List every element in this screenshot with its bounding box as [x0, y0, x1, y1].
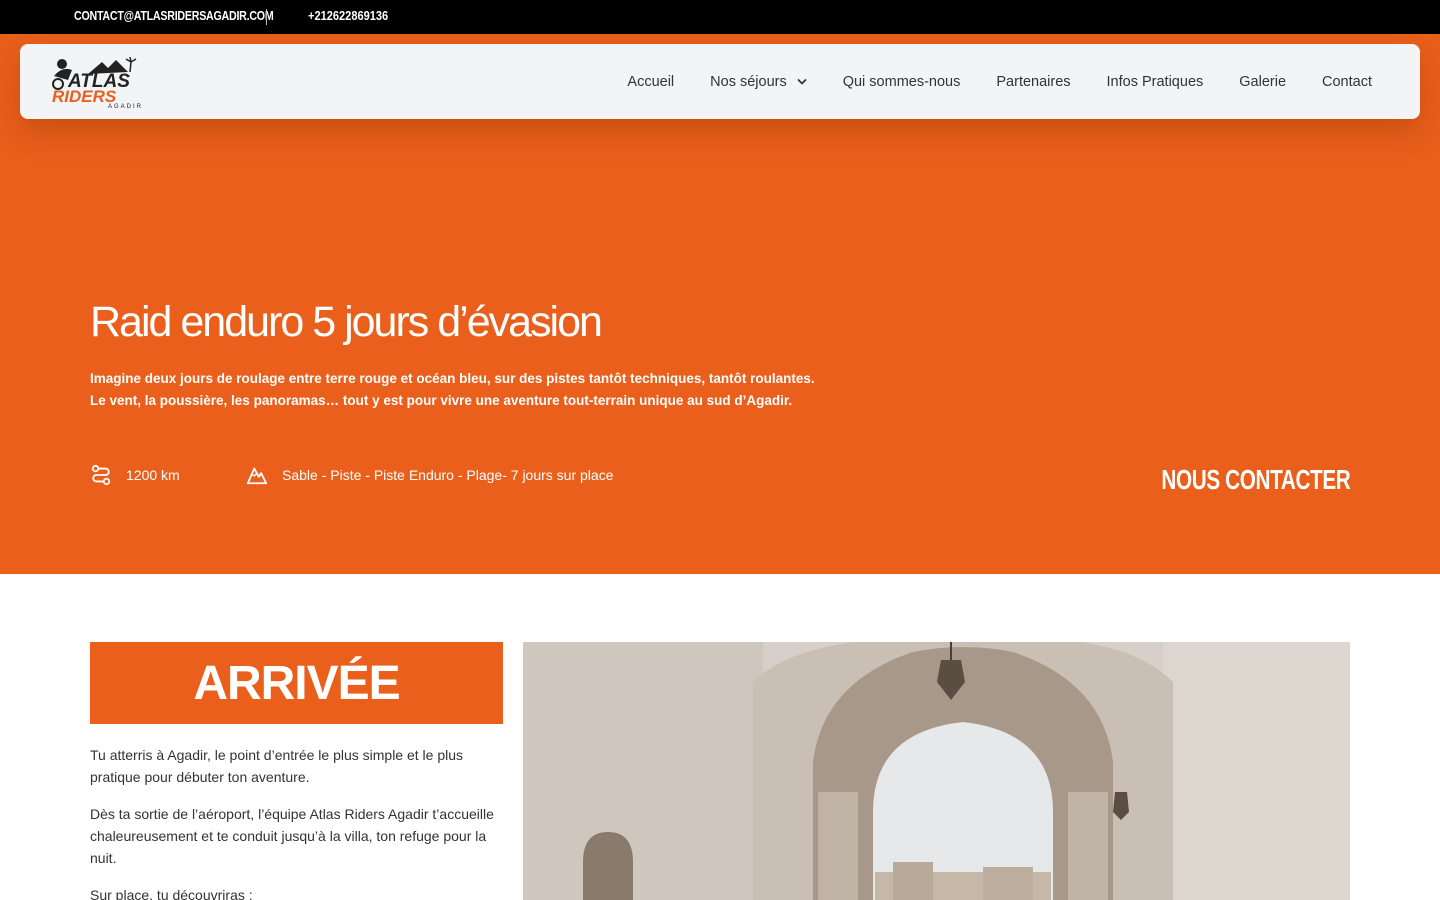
nav-nos-sejours[interactable]: Nos séjours	[710, 74, 807, 90]
nav-galerie[interactable]: Galerie	[1239, 74, 1286, 90]
top-bar: CONTACT@ATLASRIDERSAGADIR.COM +212622869…	[0, 0, 1440, 34]
nav-accueil[interactable]: Accueil	[627, 74, 674, 90]
hero-description: Imagine deux jours de roulage entre terr…	[90, 368, 850, 412]
terrain-value: Sable - Piste - Piste Enduro - Plage- 7 …	[282, 467, 614, 483]
atlas-riders-logo[interactable]: ATLAS RIDERS AGADIR	[50, 54, 150, 110]
nav-partenaires[interactable]: Partenaires	[996, 74, 1070, 90]
nav-contact[interactable]: Contact	[1322, 74, 1372, 90]
terrain-info: Sable - Piste - Piste Enduro - Plage- 7 …	[246, 464, 614, 486]
main-nav: Accueil Nos séjours Qui sommes-nous Part…	[627, 44, 1372, 119]
arrival-text: Tu atterris à Agadir, le point d’entrée …	[90, 744, 503, 900]
arrival-paragraph-1: Tu atterris à Agadir, le point d’entrée …	[90, 747, 464, 785]
contact-email-link[interactable]: CONTACT@ATLASRIDERSAGADIR.COM	[74, 8, 274, 23]
mountain-icon	[246, 467, 268, 485]
hero-description-line-2: Le vent, la poussière, les panoramas… to…	[90, 393, 793, 408]
nav-infos-pratiques[interactable]: Infos Pratiques	[1107, 74, 1204, 90]
arrival-heading-box: ARRIVÉE	[90, 642, 503, 724]
site-header: ATLAS RIDERS AGADIR Accueil Nos séjours …	[20, 44, 1420, 119]
top-bar-divider	[266, 9, 267, 25]
hero-title: Raid enduro 5 jours d’évasion	[90, 298, 603, 346]
contact-us-button[interactable]: NOUS CONTACTER	[1161, 464, 1350, 496]
route-icon	[91, 464, 111, 486]
arch-gate-illustration	[523, 642, 1350, 900]
distance-value: 1200 km	[126, 467, 180, 483]
nav-nos-sejours-label: Nos séjours	[710, 73, 787, 90]
arrival-heading: ARRIVÉE	[193, 656, 400, 710]
arrival-paragraph-3: Sur place, tu découvriras :	[90, 887, 253, 900]
logo-text-agadir: AGADIR	[108, 104, 143, 110]
chevron-down-icon	[797, 78, 807, 84]
distance-info: 1200 km	[90, 464, 180, 486]
agadir-gate-photo	[523, 642, 1350, 900]
contact-phone-link[interactable]: +212622869136	[308, 8, 388, 23]
nav-qui-sommes-nous[interactable]: Qui sommes-nous	[843, 74, 961, 90]
hero-description-line-1: Imagine deux jours de roulage entre terr…	[90, 371, 815, 386]
arrival-paragraph-2: Dès ta sortie de l’aéroport, l’équipe At…	[90, 806, 494, 866]
